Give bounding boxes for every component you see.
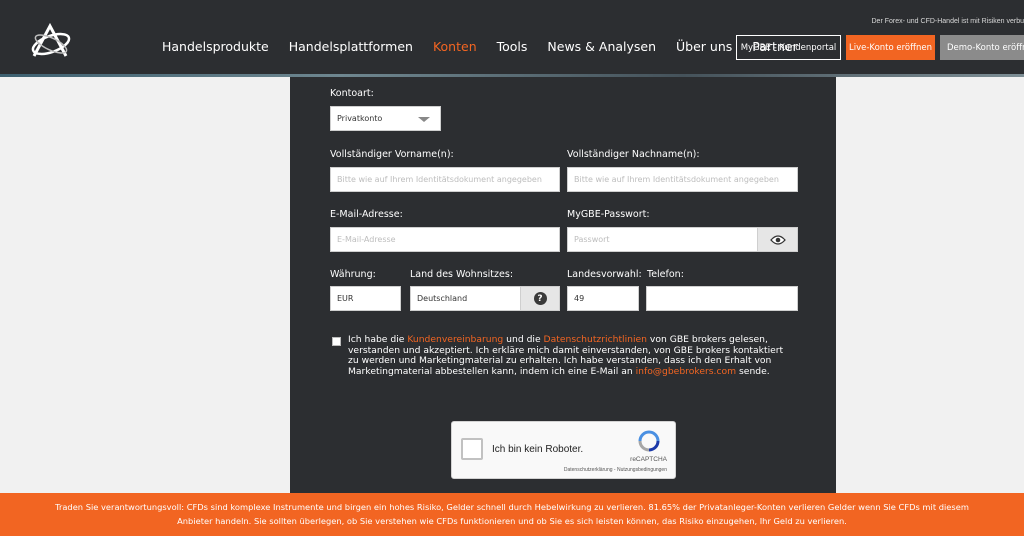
consent-text-part: Ich habe die: [348, 334, 408, 345]
consent-text: Ich habe die Kundenvereinbarung und die …: [348, 334, 788, 377]
nav-ueber-uns[interactable]: Über uns: [676, 39, 732, 54]
currency-select[interactable]: EUR: [330, 286, 401, 311]
customer-portal-button[interactable]: MyGBE - Kundenportal: [736, 35, 841, 60]
dial-code-label: Landesvorwahl:: [567, 269, 642, 280]
country-label: Land des Wohnsitzes:: [410, 269, 514, 280]
phone-label: Telefon:: [647, 269, 684, 280]
password-input[interactable]: Passwort: [567, 227, 758, 252]
email-input[interactable]: E-Mail-Adresse: [330, 227, 560, 252]
country-select[interactable]: Deutschland: [410, 286, 521, 311]
recaptcha-links[interactable]: Datenschutzerklärung - Nutzungsbedingung…: [564, 467, 667, 473]
open-live-account-button[interactable]: Live-Konto eröffnen: [846, 35, 935, 60]
main-nav: Handelsprodukte Handelsplattformen Konte…: [162, 39, 818, 54]
nav-news-analysen[interactable]: News & Analysen: [547, 39, 656, 54]
risk-warning-banner: Traden Sie verantwortungsvoll: CFDs sind…: [0, 493, 1024, 536]
account-type-value: Privatkonto: [337, 114, 383, 123]
first-name-label: Vollständiger Vorname(n):: [330, 149, 454, 160]
site-header: Der Forex- und CFD-Handel ist mit Risike…: [0, 0, 1024, 77]
account-type-label: Kontoart:: [330, 88, 374, 99]
account-type-select[interactable]: Privatkonto: [330, 106, 441, 131]
eye-icon: [769, 234, 786, 245]
email-label: E-Mail-Adresse:: [330, 209, 403, 220]
contact-email-link[interactable]: info@gbebrokers.com: [636, 366, 737, 377]
gbe-logo-icon[interactable]: [28, 22, 74, 62]
risk-note: Der Forex- und CFD-Handel ist mit Risike…: [871, 18, 1024, 25]
nav-handelsprodukte[interactable]: Handelsprodukte: [162, 39, 269, 54]
password-toggle-button[interactable]: [757, 227, 798, 252]
last-name-label: Vollständiger Nachname(n):: [567, 149, 700, 160]
country-help-button[interactable]: ?: [520, 286, 560, 311]
recaptcha-label: Ich bin kein Roboter.: [492, 444, 584, 455]
open-demo-account-button[interactable]: Demo-Konto eröffn: [940, 35, 1024, 60]
privacy-policy-link[interactable]: Datenschutzrichtlinien: [544, 334, 647, 345]
recaptcha-brand: reCAPTCHA: [630, 456, 667, 463]
question-icon: ?: [533, 292, 547, 305]
consent-checkbox[interactable]: [332, 337, 341, 346]
first-name-input[interactable]: Bitte wie auf Ihrem Identitätsdokument a…: [330, 167, 560, 192]
last-name-input[interactable]: Bitte wie auf Ihrem Identitätsdokument a…: [567, 167, 798, 192]
risk-warning-text: Traden Sie verantwortungsvoll: CFDs sind…: [55, 502, 969, 526]
consent-text-part: und die: [503, 334, 544, 345]
currency-label: Währung:: [330, 269, 376, 280]
dial-code-input[interactable]: 49: [567, 286, 639, 311]
registration-form: Kontoart: Privatkonto Vollständiger Vorn…: [290, 77, 836, 493]
left-background: [0, 77, 290, 493]
chevron-down-icon: [418, 117, 430, 122]
recaptcha-icon: [638, 430, 660, 452]
nav-handelsplattformen[interactable]: Handelsplattformen: [289, 39, 413, 54]
recaptcha-checkbox[interactable]: [461, 438, 483, 460]
nav-tools[interactable]: Tools: [497, 39, 528, 54]
password-label: MyGBE-Passwort:: [567, 209, 650, 220]
nav-konten[interactable]: Konten: [433, 39, 477, 54]
consent-text-part: sende.: [736, 365, 770, 377]
right-background: [836, 77, 1024, 493]
customer-agreement-link[interactable]: Kundenvereinbarung: [407, 334, 503, 345]
phone-input[interactable]: [646, 286, 798, 311]
recaptcha-widget: Ich bin kein Roboter. reCAPTCHA Datensch…: [451, 421, 676, 479]
